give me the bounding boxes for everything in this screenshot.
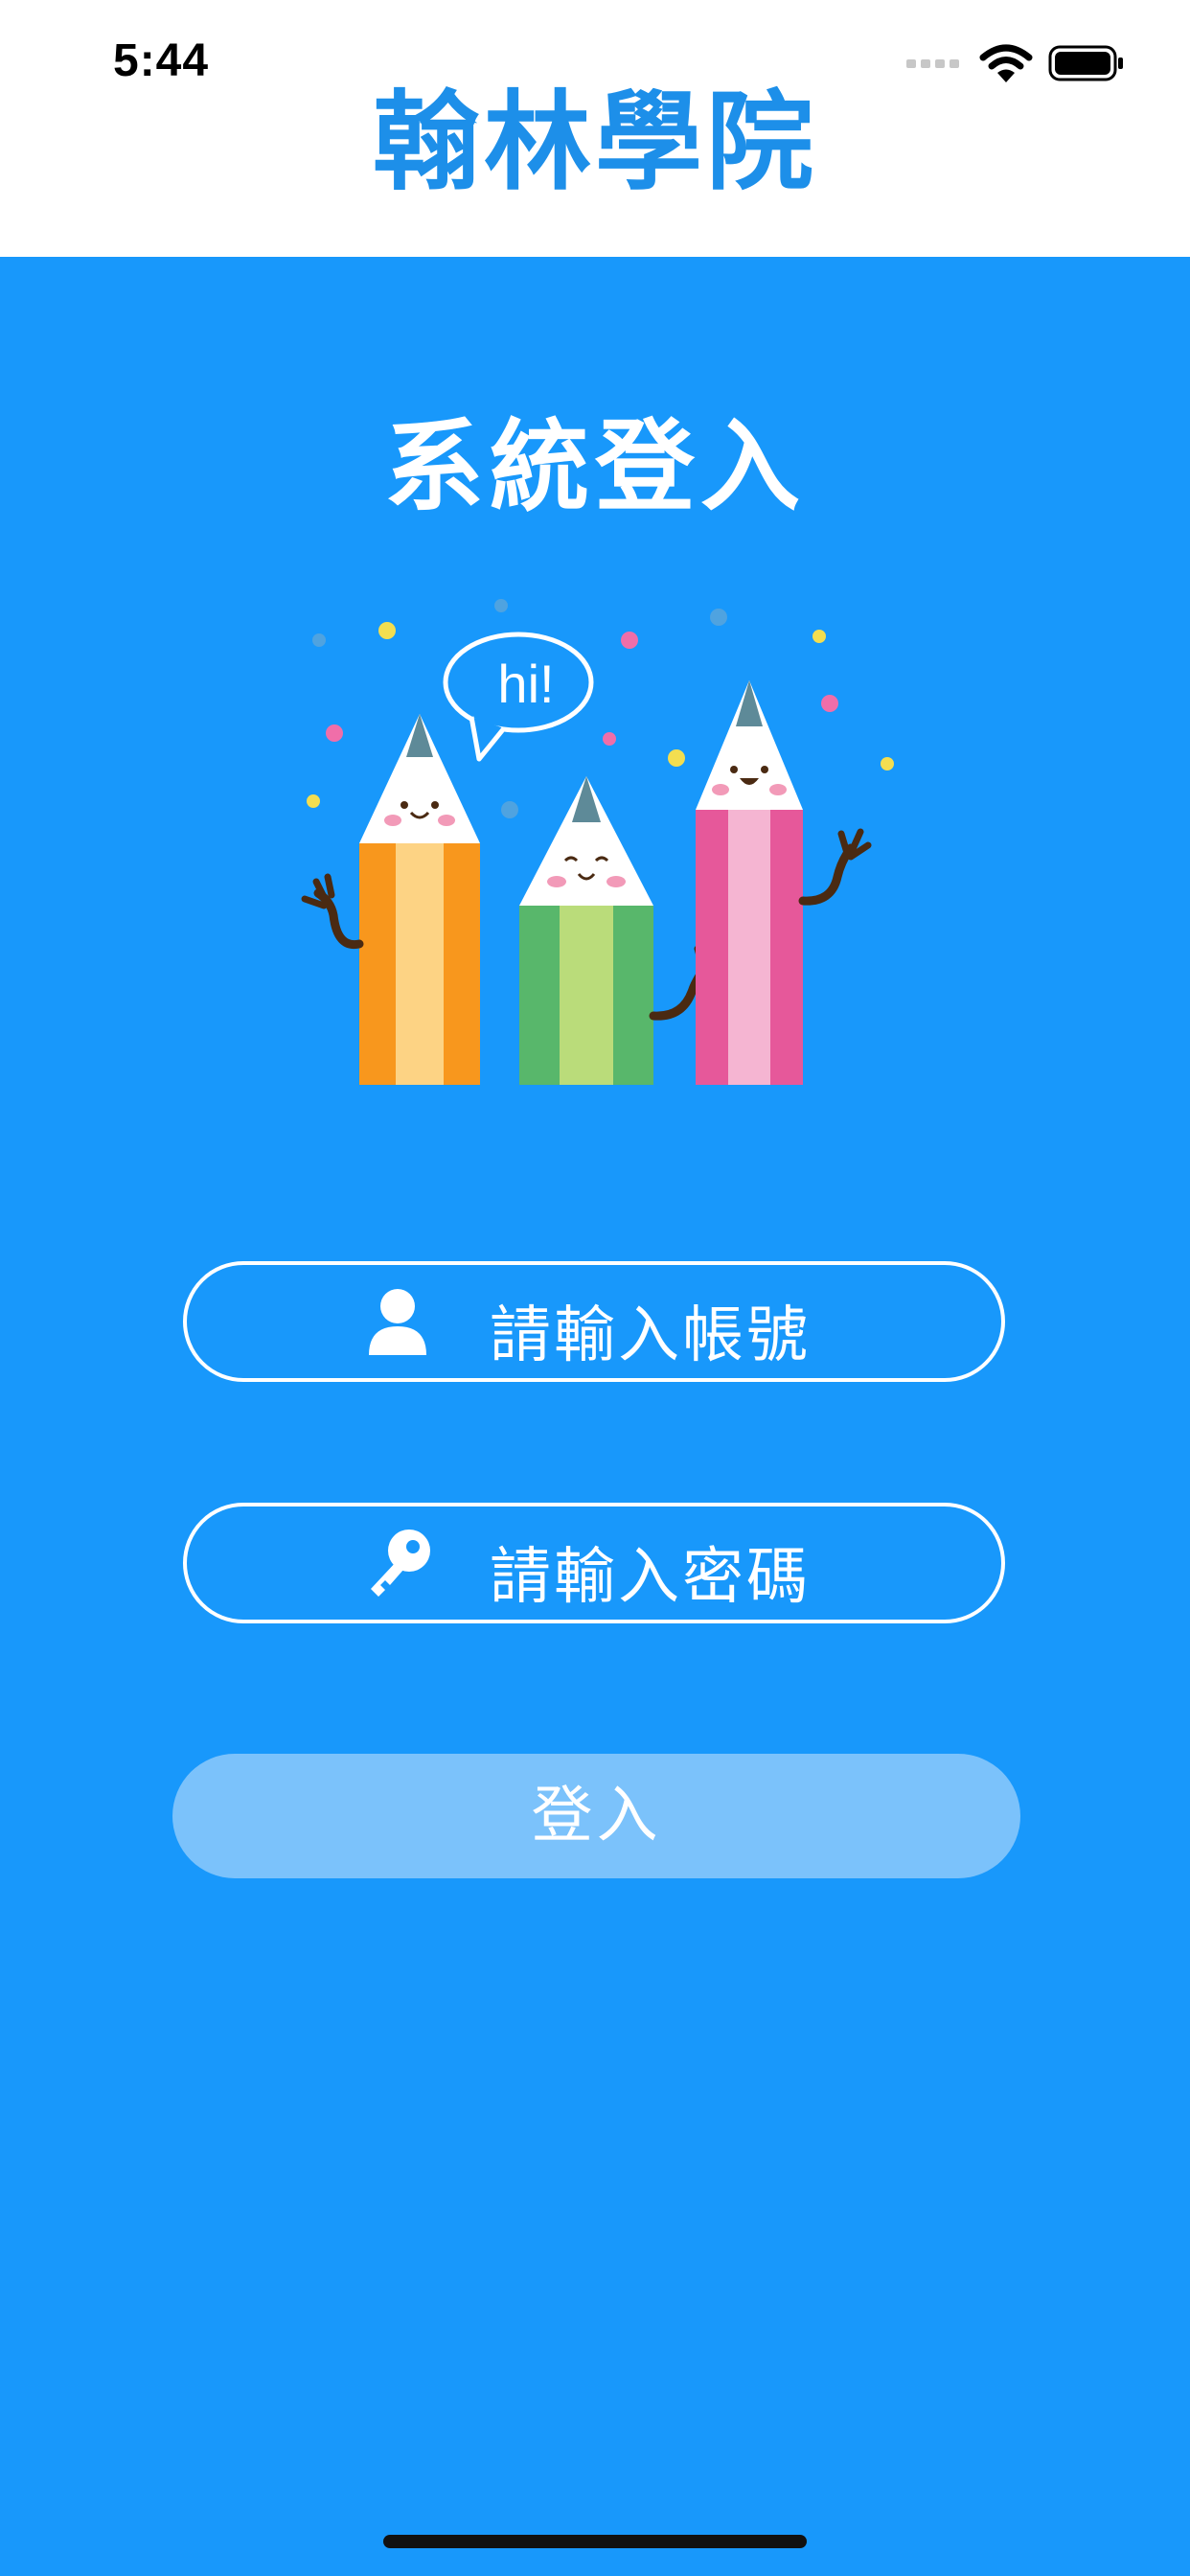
password-placeholder: 請輸入密碼 [490, 1542, 811, 1613]
password-input[interactable]: 請輸入密碼 [183, 1503, 1005, 1623]
page-title: 系統登入 [383, 408, 806, 525]
green-pencil [519, 776, 728, 1085]
account-placeholder: 請輸入帳號 [490, 1300, 811, 1371]
speech-bubble-text: hi! [497, 654, 554, 714]
speech-bubble: hi! [443, 632, 594, 762]
person-icon [369, 1289, 426, 1355]
app-title: 翰林學院 [373, 80, 817, 205]
login-button[interactable]: 登入 [172, 1754, 1020, 1878]
key-icon [371, 1530, 430, 1597]
orange-pencil [301, 714, 480, 1085]
pink-pencil [696, 680, 872, 1085]
home-indicator [383, 2535, 807, 2548]
account-input[interactable]: 請輸入帳號 [183, 1261, 1005, 1382]
header-bar: 5:44 翰林學院 [0, 0, 1190, 257]
pencils-illustration: hi! [301, 599, 894, 1085]
